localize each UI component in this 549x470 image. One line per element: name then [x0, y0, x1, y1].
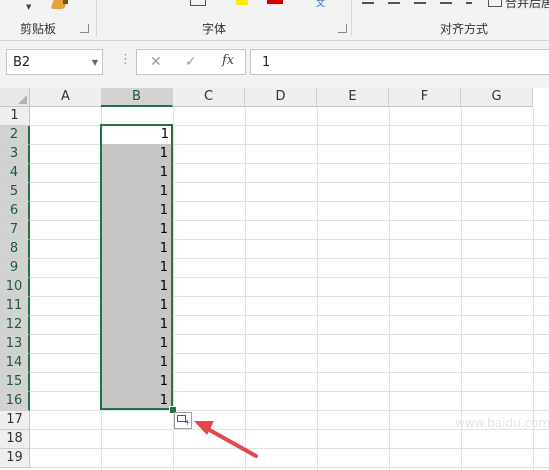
watermark: www.baidu.com [455, 416, 549, 430]
name-box[interactable]: B2 ▼ [6, 49, 103, 75]
align-buttons-icon[interactable] [362, 2, 472, 4]
drag-handle-icon[interactable]: ⋮ [119, 53, 132, 66]
formula-input[interactable]: 1 [250, 49, 549, 75]
border-icon[interactable] [190, 0, 206, 6]
font-color-icon[interactable] [267, 0, 283, 4]
red-arrow-icon [194, 421, 258, 458]
clipboard-launcher-icon[interactable] [80, 24, 89, 33]
ribbon: ▼ 剪贴板 文 字体 合并后居 对齐方式 [0, 0, 549, 41]
formula-value: 1 [262, 55, 271, 70]
worksheet-grid[interactable]: A B C D E F G 1 2 3 4 5 6 7 8 9 10 11 12… [0, 88, 549, 470]
paste-dropdown-icon[interactable]: ▼ [26, 3, 31, 11]
chevron-down-icon[interactable]: ▼ [92, 58, 98, 67]
font-group-label: 字体 [202, 22, 227, 36]
group-separator [96, 0, 97, 36]
insert-function-icon[interactable]: fx [222, 53, 234, 68]
enter-icon[interactable]: ✓ [185, 54, 197, 70]
group-separator [351, 0, 352, 36]
alignment-group-label: 对齐方式 [440, 22, 489, 36]
font-launcher-icon[interactable] [338, 24, 347, 33]
formula-buttons: ✕ ✓ fx [136, 49, 246, 75]
name-box-value: B2 [13, 55, 31, 70]
clipboard-group-label: 剪贴板 [20, 22, 57, 36]
formula-bar: B2 ▼ ⋮ ✕ ✓ fx 1 [0, 41, 549, 88]
merge-center-icon[interactable] [488, 0, 502, 7]
phonetic-icon[interactable]: 文 [316, 0, 325, 9]
merge-center-label[interactable]: 合并后居 [505, 0, 549, 11]
format-painter-handle-icon [63, 0, 68, 4]
cancel-icon[interactable]: ✕ [150, 54, 162, 70]
fill-color-icon[interactable] [236, 0, 248, 5]
